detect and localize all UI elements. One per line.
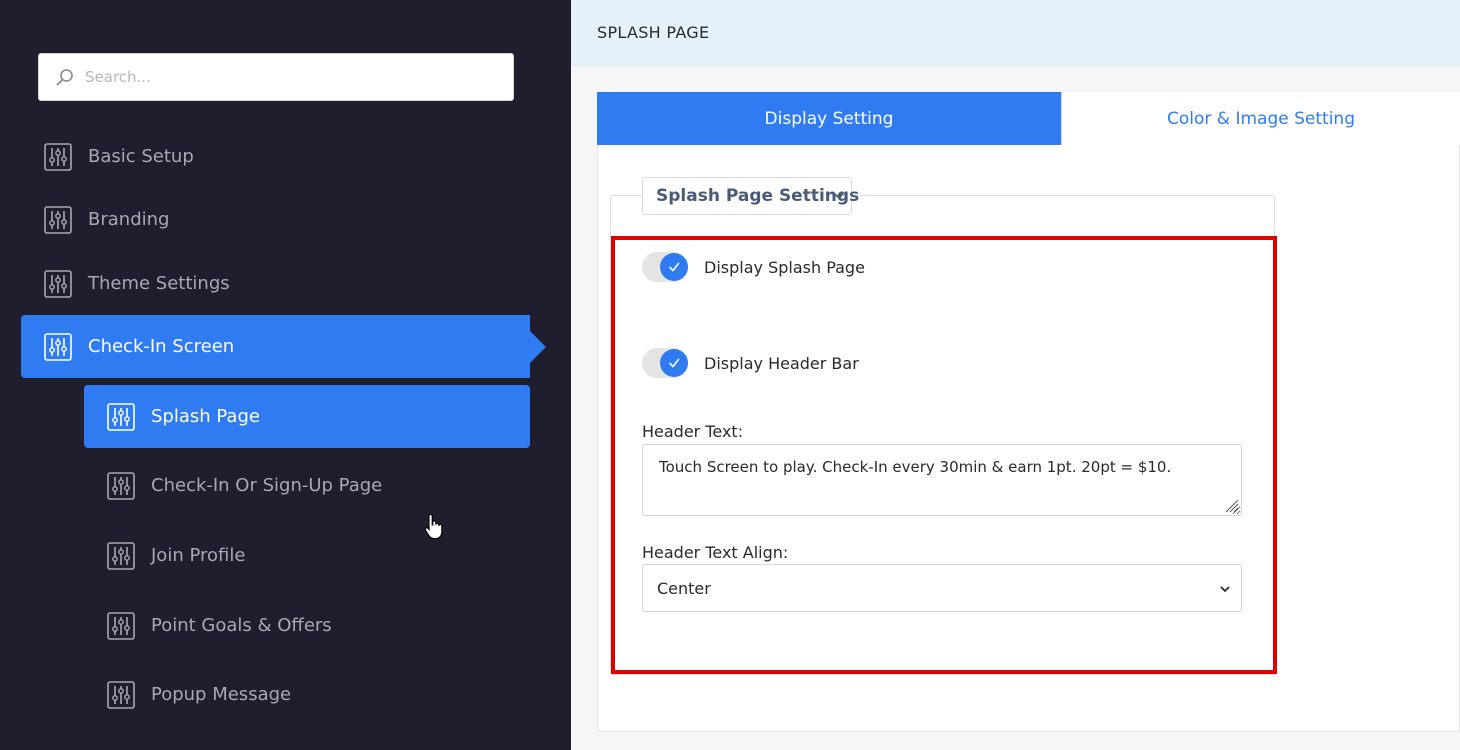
sidebar-item-label: Join Profile [151,545,246,566]
sidebar-subitem-splash-page[interactable]: Splash Page [84,385,530,448]
sidebar-subitem-popup-message[interactable]: Popup Message [107,663,527,726]
sliders-icon [107,611,135,640]
header-text-align-select[interactable]: Center [642,564,1242,612]
header-text-label: Header Text: [642,422,744,441]
hand-cursor-icon [424,514,443,540]
section-title-text: Splash Page Settings [656,186,860,206]
search-icon [56,69,73,86]
display-splash-page-toggle[interactable] [642,252,688,282]
sliders-icon [107,541,135,570]
check-icon [669,262,680,272]
sliders-icon [44,332,72,361]
sidebar-item-theme-settings[interactable]: Theme Settings [44,252,524,315]
sidebar-item-label: Branding [88,209,170,230]
sidebar-item-label: Theme Settings [88,273,230,294]
sliders-icon [107,402,135,431]
chevron-down-icon [834,193,844,200]
sidebar-item-branding[interactable]: Branding [44,188,524,251]
page-title: SPLASH PAGE [571,0,1460,66]
sliders-icon [44,142,72,171]
sidebar-item-label: Basic Setup [88,146,194,167]
sidebar: Basic Setup Branding Theme Settings [0,0,571,750]
sidebar-subitem-point-goals-offers[interactable]: Point Goals & Offers [107,594,527,657]
sidebar-item-label: Popup Message [151,684,292,705]
toggle-row-display-splash-page: Display Splash Page [642,252,865,282]
select-value: Center [657,578,711,598]
sidebar-item-label: Check-In Or Sign-Up Page [151,475,383,496]
tab-bar: Display Setting Color & Image Setting [597,92,1460,145]
toggle-label: Display Splash Page [704,257,865,277]
toggle-row-display-header-bar: Display Header Bar [642,348,859,378]
main-panel: SPLASH PAGE Display Setting Color & Imag… [571,0,1460,750]
check-icon [669,358,680,368]
sliders-icon [107,471,135,500]
toggle-knob [660,253,688,281]
sidebar-item-label: Splash Page [151,406,260,427]
sliders-icon [44,205,72,234]
sidebar-subitem-check-in-or-sign-up[interactable]: Check-In Or Sign-Up Page [107,454,527,517]
header-text-input[interactable]: Touch Screen to play. Check-In every 30m… [642,444,1242,516]
toggle-label: Display Header Bar [704,353,859,373]
sidebar-item-check-in-screen[interactable]: Check-In Screen [21,315,530,378]
display-header-bar-toggle[interactable] [642,348,688,378]
sliders-icon [44,269,72,298]
sidebar-item-label: Point Goals & Offers [151,615,332,636]
search-box[interactable] [38,53,514,101]
resize-grip-icon[interactable] [1223,497,1239,513]
sidebar-subitem-join-profile[interactable]: Join Profile [107,524,527,587]
sidebar-item-label: Check-In Screen [88,336,235,357]
sidebar-item-basic-setup[interactable]: Basic Setup [44,125,524,188]
chevron-down-icon [1220,586,1230,593]
toggle-knob [660,349,688,377]
tab-display-setting[interactable]: Display Setting [597,92,1061,145]
section-title[interactable]: Splash Page Settings [642,177,859,215]
header-text-align-label: Header Text Align: [642,543,789,562]
sliders-icon [107,680,135,709]
tab-color-image-setting[interactable]: Color & Image Setting [1061,92,1460,145]
search-input[interactable] [85,68,505,86]
